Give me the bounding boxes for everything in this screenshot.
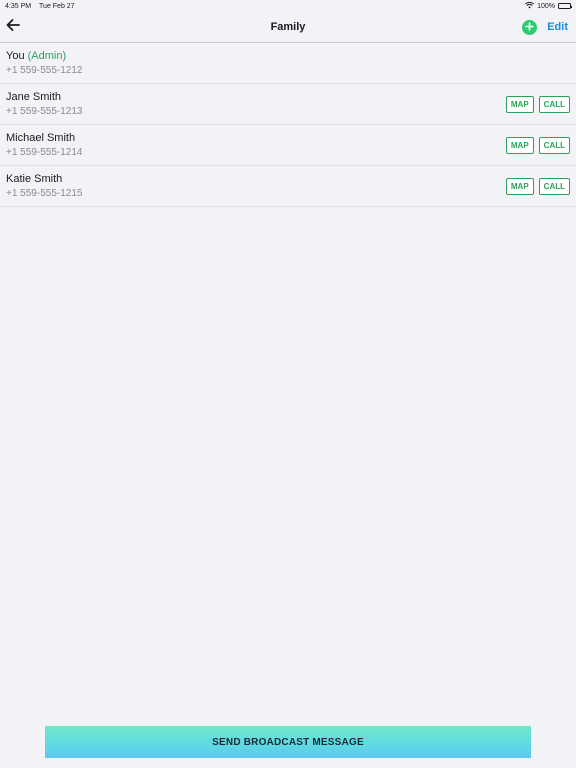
member-info: Jane Smith +1 559-555-1213 — [6, 91, 82, 117]
member-name: Michael Smith — [6, 132, 76, 144]
map-button[interactable]: MAP — [505, 95, 534, 113]
member-name: Katie Smith — [6, 173, 63, 185]
page-title: Family — [270, 21, 306, 33]
map-button[interactable]: MAP — [505, 136, 534, 154]
member-phone: +1 559-555-1212 — [6, 65, 83, 76]
call-button[interactable]: CALL — [538, 95, 570, 113]
call-button[interactable]: CALL — [538, 136, 570, 154]
member-row-katie[interactable]: Katie Smith +1 559-555-1215 MAP CALL — [0, 166, 576, 207]
member-row-jane[interactable]: Jane Smith +1 559-555-1213 MAP CALL — [0, 84, 576, 125]
member-actions: MAP CALL — [505, 177, 570, 195]
status-left: 4:35 PM Tue Feb 27 — [5, 3, 75, 10]
member-phone: +1 559-555-1215 — [6, 188, 83, 199]
nav-bar: Family Edit — [0, 12, 576, 43]
member-actions: MAP CALL — [505, 136, 570, 154]
member-actions: MAP CALL — [505, 95, 570, 113]
admin-badge: (Admin) — [27, 50, 67, 62]
member-name: Jane Smith — [6, 91, 62, 103]
status-time: 4:35 PM — [5, 2, 32, 10]
member-phone: +1 559-555-1214 — [6, 147, 83, 158]
send-broadcast-button[interactable]: SEND BROADCAST MESSAGE — [45, 726, 531, 758]
member-info: Katie Smith +1 559-555-1215 — [6, 173, 82, 199]
edit-button[interactable]: Edit — [547, 21, 568, 33]
status-right: 100% — [525, 1, 572, 11]
battery-icon — [558, 3, 572, 9]
member-row-michael[interactable]: Michael Smith +1 559-555-1214 MAP CALL — [0, 125, 576, 166]
add-member-button[interactable] — [522, 18, 538, 36]
member-row-you[interactable]: You (Admin) +1 559-555-1212 — [0, 43, 576, 84]
member-info: You (Admin) +1 559-555-1212 — [6, 50, 82, 76]
map-button[interactable]: MAP — [505, 177, 534, 195]
member-name-text: You — [6, 50, 25, 62]
member-name: You (Admin) — [6, 50, 82, 62]
status-bar: 4:35 PM Tue Feb 27 100% — [0, 0, 576, 12]
status-date: Tue Feb 27 — [39, 2, 75, 10]
member-info: Michael Smith +1 559-555-1214 — [6, 132, 82, 158]
member-list: You (Admin) +1 559-555-1212 Jane Smith +… — [0, 43, 576, 207]
plus-icon — [525, 18, 535, 36]
arrow-left-icon — [6, 18, 20, 36]
battery-percent: 100% — [537, 2, 555, 10]
wifi-icon — [525, 1, 535, 11]
back-button[interactable] — [6, 17, 26, 37]
nav-right: Edit — [522, 18, 568, 36]
member-phone: +1 559-555-1213 — [6, 106, 83, 117]
call-button[interactable]: CALL — [538, 177, 570, 195]
